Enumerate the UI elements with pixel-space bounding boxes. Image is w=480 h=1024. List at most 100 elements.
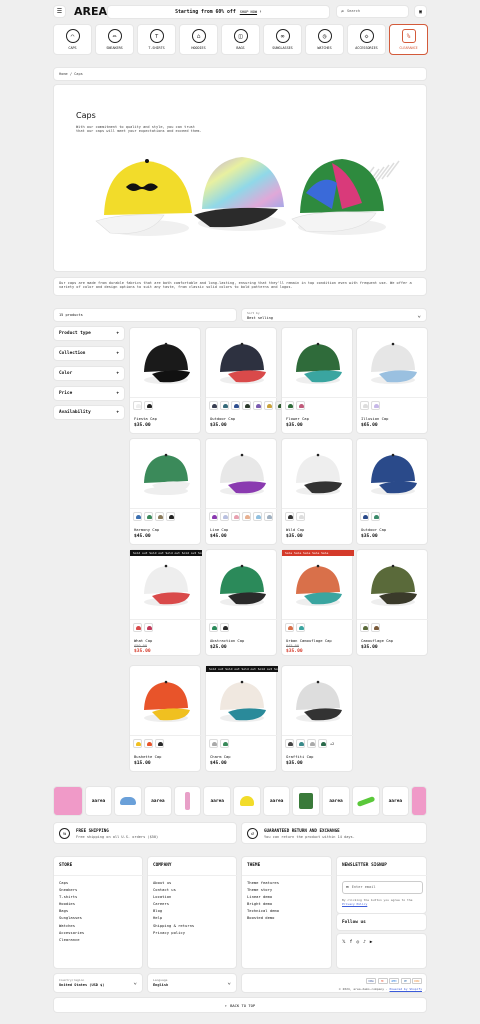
product-image[interactable]	[357, 328, 429, 398]
product-image[interactable]	[130, 666, 202, 736]
color-swatch[interactable]	[144, 739, 153, 748]
product-image[interactable]: Sale Sale Sale Sale Sale	[282, 550, 354, 620]
product-card[interactable]: Sold out Sold out Sold out Sold out Sold…	[205, 665, 278, 772]
product-name[interactable]: Camouflage Cap	[361, 638, 393, 643]
product-name[interactable]: Flower Cap	[286, 416, 309, 421]
product-image[interactable]	[282, 328, 354, 398]
color-swatch[interactable]	[220, 739, 229, 748]
category-tshirts[interactable]: ⊤ T-SHIRTS	[137, 24, 176, 55]
color-swatch[interactable]	[296, 512, 305, 521]
powered-by-link[interactable]: Powered by Shopify	[389, 987, 422, 991]
category-hoodies[interactable]: ⌂ HOODIES	[179, 24, 218, 55]
footer-link[interactable]: Blog	[153, 907, 194, 914]
product-card[interactable]: Sale Sale Sale Sale Sale Urban Camouflag…	[281, 549, 354, 656]
color-swatch[interactable]	[155, 512, 164, 521]
product-name[interactable]: Bushette Cap	[134, 754, 161, 759]
color-swatch[interactable]	[133, 401, 142, 410]
product-card[interactable]: Outdoor Cap $35.00	[356, 438, 429, 545]
product-image[interactable]: Sold out Sold out Sold out Sold out Sold…	[130, 550, 202, 620]
color-swatch[interactable]	[220, 512, 229, 521]
country-select[interactable]: Country/region United States (USD $) ⌄	[53, 973, 143, 993]
instagram-icon[interactable]: ◎	[356, 940, 359, 945]
product-card[interactable]: Abstraction Cap $25.00	[205, 549, 278, 656]
x-icon[interactable]: 𝕏	[342, 940, 346, 945]
category-bags[interactable]: ◫ BAGS	[221, 24, 260, 55]
footer-link[interactable]: Technical demo	[247, 907, 279, 914]
product-card[interactable]: Harmony Cap $45.00	[129, 438, 202, 545]
footer-link[interactable]: Help	[153, 914, 194, 921]
logo[interactable]: AREA	[74, 5, 107, 18]
product-image[interactable]	[206, 439, 278, 509]
footer-link[interactable]: Caps	[59, 879, 84, 886]
product-card[interactable]: Bushette Cap $15.00	[129, 665, 202, 772]
product-name[interactable]: Line Cap	[210, 527, 228, 532]
footer-link[interactable]: About us	[153, 879, 194, 886]
promo-bar[interactable]: Starting from 60% off SHOP NOW ›	[107, 5, 330, 19]
filter-price[interactable]: Price +	[53, 386, 125, 401]
color-swatch[interactable]	[209, 401, 218, 410]
product-name[interactable]: Graffiti Cap	[286, 754, 313, 759]
color-swatch[interactable]	[285, 739, 294, 748]
footer-link[interactable]: Careers	[153, 900, 194, 907]
product-card[interactable]: Wild Cap $35.00	[281, 438, 354, 545]
product-card[interactable]: Fiesta Cap $35.00	[129, 327, 202, 434]
product-image[interactable]	[130, 328, 202, 398]
back-to-top-button[interactable]: ↑ BACK TO TOP	[53, 997, 427, 1013]
product-name[interactable]: Illusion Cap	[361, 416, 388, 421]
more-swatches[interactable]: +2	[330, 742, 334, 746]
color-swatch[interactable]	[231, 401, 240, 410]
email-field[interactable]: ✉ Enter email	[342, 881, 423, 894]
product-name[interactable]: Charm Cap	[210, 754, 231, 759]
footer-link[interactable]: Contact us	[153, 886, 194, 893]
product-name[interactable]: Harmony Cap	[134, 527, 159, 532]
footer-link[interactable]: T-shirts	[59, 893, 84, 900]
color-swatch[interactable]	[371, 623, 380, 632]
product-image[interactable]	[130, 439, 202, 509]
color-swatch[interactable]	[155, 739, 164, 748]
color-swatch[interactable]	[209, 512, 218, 521]
color-swatch[interactable]	[253, 512, 262, 521]
product-name[interactable]: Abstraction Cap	[210, 638, 244, 643]
color-swatch[interactable]	[318, 739, 327, 748]
color-swatch[interactable]	[285, 401, 294, 410]
color-swatch[interactable]	[296, 739, 305, 748]
sort-select[interactable]: Sort by Best selling ⌄	[241, 308, 427, 322]
footer-link[interactable]: Privacy policy	[153, 929, 194, 936]
product-name[interactable]: Fiesta Cap	[134, 416, 157, 421]
breadcrumb[interactable]: Home / Caps	[53, 67, 427, 81]
category-sneakers[interactable]: ⌓ SNEAKERS	[95, 24, 134, 55]
product-name[interactable]: Wild Cap	[286, 527, 304, 532]
product-image[interactable]	[206, 550, 278, 620]
footer-link[interactable]: Hoodies	[59, 900, 84, 907]
category-accessories[interactable]: ◇ ACCESSORIES	[347, 24, 386, 55]
product-name[interactable]: Urban Camouflage Cap	[286, 638, 332, 643]
color-swatch[interactable]	[253, 401, 262, 410]
footer-link[interactable]: Watches	[59, 922, 84, 929]
color-swatch[interactable]	[360, 401, 369, 410]
footer-link[interactable]: Location	[153, 893, 194, 900]
color-swatch[interactable]	[242, 401, 251, 410]
product-image[interactable]	[282, 439, 354, 509]
search-input[interactable]: ⌕ Search	[336, 5, 409, 18]
filter-product-type[interactable]: Product type +	[53, 326, 125, 341]
footer-link[interactable]: Shipping & returns	[153, 922, 194, 929]
footer-link[interactable]: Accessories	[59, 929, 84, 936]
footer-link[interactable]: Sunglasses	[59, 914, 84, 921]
product-card[interactable]: +2 Graffiti Cap $35.00	[281, 665, 354, 772]
tiktok-icon[interactable]: ♪	[363, 940, 366, 945]
color-swatch[interactable]	[220, 623, 229, 632]
facebook-icon[interactable]: f	[350, 940, 353, 945]
color-swatch[interactable]	[371, 401, 380, 410]
youtube-icon[interactable]: ▶	[370, 940, 373, 945]
footer-link[interactable]: Bags	[59, 907, 84, 914]
footer-link[interactable]: Sneakers	[59, 886, 84, 893]
color-swatch[interactable]	[371, 512, 380, 521]
category-clearance[interactable]: % CLEARANCE	[389, 24, 428, 55]
product-image[interactable]	[206, 328, 278, 398]
product-card[interactable]: Outdoor Cap $35.00	[205, 327, 284, 434]
product-name[interactable]: Outdoor Cap	[361, 527, 386, 532]
footer-link[interactable]: Theme story	[247, 886, 279, 893]
color-swatch[interactable]	[209, 623, 218, 632]
product-name[interactable]: Outdoor Cap	[210, 416, 235, 421]
filter-availability[interactable]: Availability +	[53, 405, 125, 420]
